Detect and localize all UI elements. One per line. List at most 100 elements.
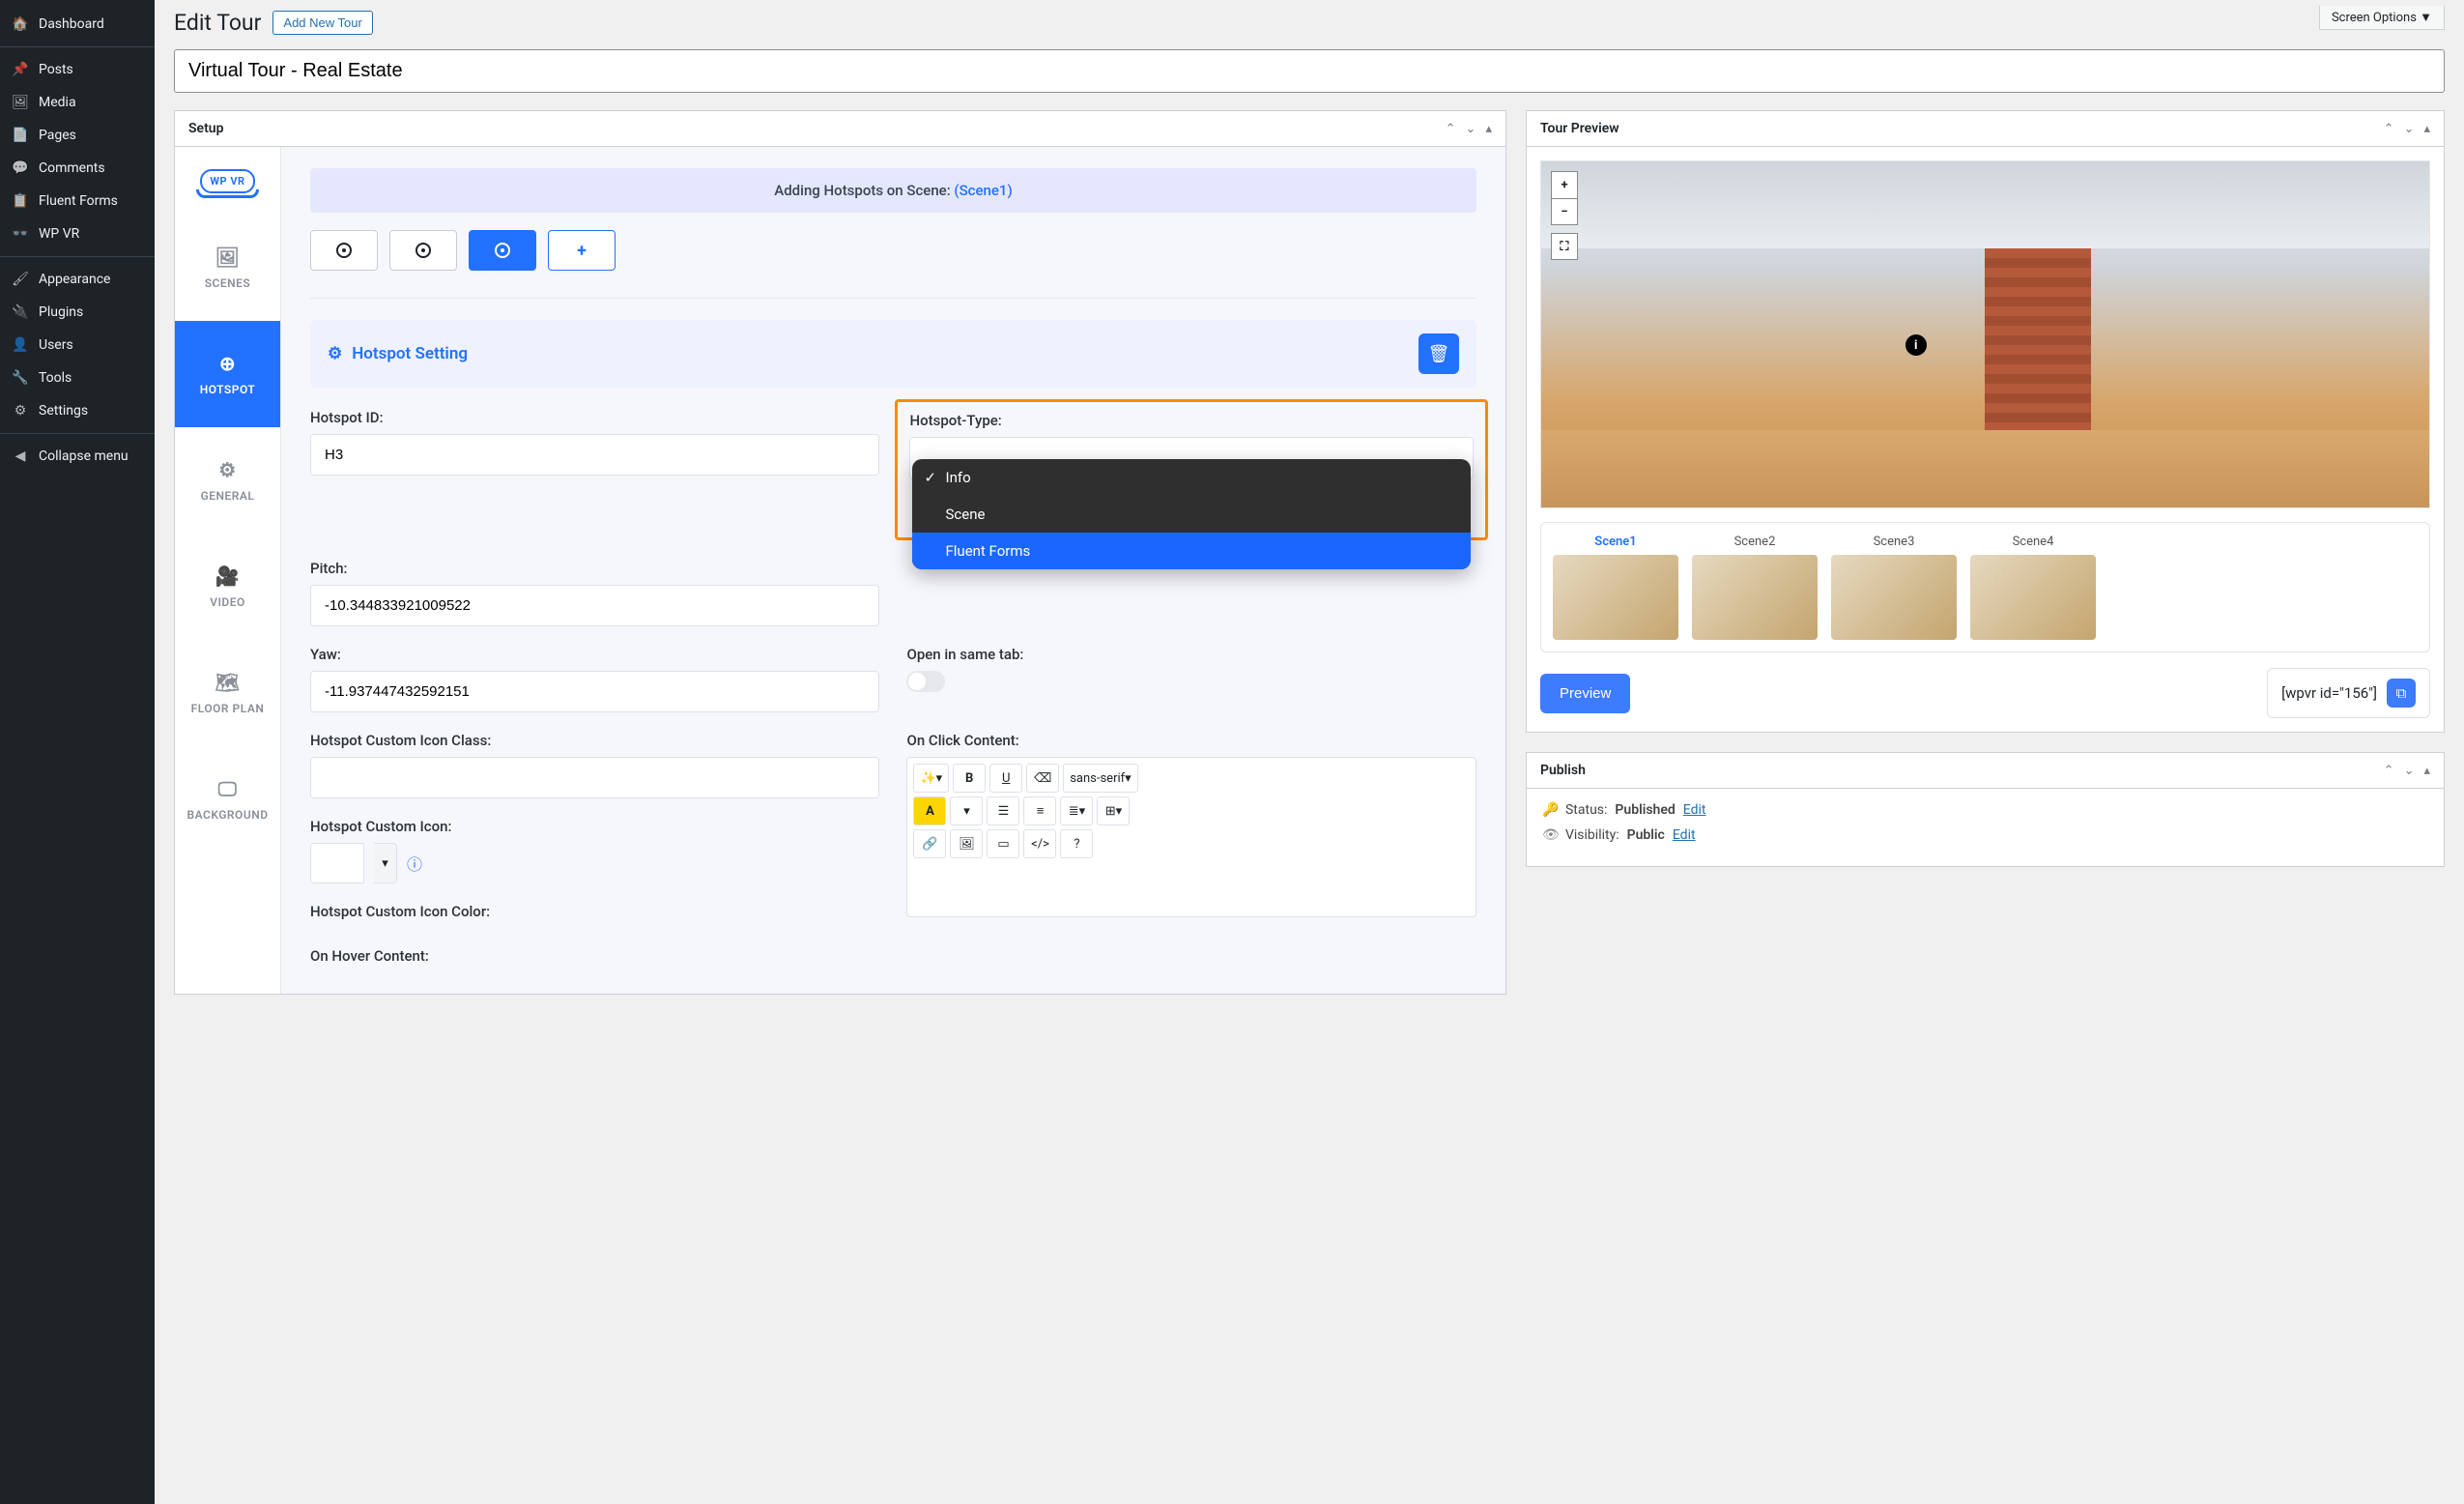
sidebar-item-pages[interactable]: 📄Pages — [0, 119, 155, 152]
sidebar-item-fluent-forms[interactable]: 📋Fluent Forms — [0, 185, 155, 217]
copy-shortcode-button[interactable]: ⧉ — [2387, 679, 2416, 708]
editor-ol-button[interactable]: ≡ — [1023, 796, 1056, 825]
hotspot-select-1[interactable] — [310, 230, 378, 271]
editor-erase-button[interactable]: ⌫ — [1026, 764, 1059, 793]
edit-visibility-link[interactable]: Edit — [1673, 827, 1696, 843]
sidebar-item-plugins[interactable]: 🔌Plugins — [0, 296, 155, 329]
sidebar-item-tools[interactable]: 🔧Tools — [0, 362, 155, 394]
collapse-icon: ◀ — [12, 448, 29, 465]
help-icon[interactable]: ⓘ — [407, 852, 422, 875]
editor-bold-button[interactable]: B — [953, 764, 986, 793]
sidebar-item-settings[interactable]: ⚙Settings — [0, 394, 155, 427]
hotspot-id-label: Hotspot ID: — [310, 409, 879, 426]
editor-magic-button[interactable]: ✨▾ — [913, 764, 949, 793]
status-value: Published — [1615, 802, 1675, 818]
setup-tab-scenes[interactable]: 🖼SCENES — [175, 215, 280, 321]
sidebar-item-media[interactable]: 🖼Media — [0, 86, 155, 119]
scene-thumb-1[interactable]: Scene1 — [1553, 535, 1678, 640]
pitch-label: Pitch: — [310, 560, 879, 577]
setup-tab-video[interactable]: 🎥VIDEO — [175, 534, 280, 640]
editor-video-button[interactable]: ▭ — [987, 829, 1019, 858]
editor-table-button[interactable]: ⊞▾ — [1097, 796, 1130, 825]
editor-help-button[interactable]: ? — [1060, 829, 1093, 858]
editor-color-drop[interactable]: ▾ — [950, 796, 983, 825]
editor-image-button[interactable]: 🖼 — [950, 829, 983, 858]
pitch-input[interactable] — [310, 585, 879, 626]
panel-up-icon[interactable]: ⌃ — [2384, 122, 2394, 136]
dropdown-option-scene[interactable]: Scene — [912, 496, 1471, 533]
sidebar-item-appearance[interactable]: 🖌Appearance — [0, 263, 155, 296]
sidebar-item-comments[interactable]: 💬Comments — [0, 152, 155, 185]
editor-align-button[interactable]: ≣▾ — [1060, 796, 1093, 825]
editor-font-select[interactable]: sans-serif ▾ — [1063, 764, 1137, 793]
setup-tab-general[interactable]: ⚙GENERAL — [175, 427, 280, 534]
tour-title-input[interactable] — [174, 49, 2445, 93]
delete-hotspot-button[interactable]: 🗑 — [1418, 333, 1459, 374]
dropdown-option-info[interactable]: Info — [912, 459, 1471, 496]
panel-up-icon[interactable]: ⌃ — [1446, 122, 1456, 136]
hotspot-select-3[interactable] — [469, 230, 536, 271]
hotspot-type-highlight: Hotspot-Type: Info Scene Fluent Forms — [895, 399, 1488, 540]
panel-down-icon[interactable]: ⌄ — [2404, 122, 2415, 136]
edit-status-link[interactable]: Edit — [1683, 802, 1706, 818]
custom-icon-color-label: Hotspot Custom Icon Color: — [310, 903, 879, 920]
panel-down-icon[interactable]: ⌄ — [1466, 122, 1476, 136]
scene-thumb-4[interactable]: Scene4 — [1970, 535, 2096, 640]
sidebar-item-wp-vr[interactable]: 👓WP VR — [0, 217, 155, 250]
fullscreen-button[interactable]: ⛶ — [1551, 233, 1578, 260]
add-new-tour-button[interactable]: Add New Tour — [272, 11, 372, 35]
editor-link-button[interactable]: 🔗 — [913, 829, 946, 858]
trash-icon: 🗑 — [1428, 344, 1450, 364]
custom-icon-class-input[interactable] — [310, 757, 879, 798]
floorplan-icon: 🗺 — [215, 671, 241, 694]
hotspot-select-2[interactable] — [389, 230, 457, 271]
editor-ul-button[interactable]: ☰ — [987, 796, 1019, 825]
hotspot-marker[interactable]: i — [1905, 334, 1927, 356]
preview-button[interactable]: Preview — [1540, 674, 1630, 713]
video-icon: 🎥 — [215, 564, 240, 588]
editor-code-button[interactable]: </> — [1023, 829, 1056, 858]
setup-tab-floor-plan[interactable]: 🗺FLOOR PLAN — [175, 640, 280, 746]
dropdown-option-fluent-forms[interactable]: Fluent Forms — [912, 533, 1471, 569]
comments-icon: 💬 — [12, 159, 29, 177]
panel-toggle-icon[interactable]: ▴ — [2423, 122, 2430, 136]
panel-up-icon[interactable]: ⌃ — [2384, 764, 2394, 778]
setup-tab-logo[interactable]: WP VR — [175, 147, 280, 215]
banner-scene-link[interactable]: (Scene1) — [954, 182, 1012, 199]
users-icon: 👤 — [12, 336, 29, 354]
hotspot-type-label: Hotspot-Type: — [909, 412, 1474, 429]
hotspot-type-select[interactable]: Info Scene Fluent Forms — [909, 437, 1474, 479]
zoom-out-button[interactable]: − — [1551, 198, 1578, 225]
gear-icon: ⚙ — [218, 458, 236, 481]
hotspot-id-input[interactable] — [310, 434, 879, 476]
scene-thumb-2[interactable]: Scene2 — [1692, 535, 1818, 640]
panel-toggle-icon[interactable]: ▴ — [2423, 764, 2430, 778]
panel-toggle-icon[interactable]: ▴ — [1485, 122, 1492, 136]
target-icon — [495, 243, 510, 258]
preview-panel: Tour Preview ⌃ ⌄ ▴ i — [1526, 110, 2445, 733]
zoom-in-button[interactable]: + — [1551, 171, 1578, 198]
background-icon: 🖵 — [218, 777, 238, 800]
open-tab-toggle[interactable] — [906, 671, 945, 692]
editor-underline-button[interactable]: U — [989, 764, 1022, 793]
screen-options-button[interactable]: Screen Options ▼ — [2319, 6, 2445, 30]
scene-thumbnails: Scene1 Scene2 Scene3 Scene4 — [1540, 522, 2430, 652]
icon-preview — [310, 843, 364, 883]
sidebar-item-dashboard[interactable]: 🏠Dashboard — [0, 8, 155, 41]
panorama-viewer[interactable]: i + − ⛶ — [1540, 160, 2430, 508]
yaw-input[interactable] — [310, 671, 879, 712]
icon-picker-dropdown[interactable]: ▾ — [374, 843, 397, 883]
setup-panel-title: Setup — [188, 121, 223, 136]
setup-tab-background[interactable]: 🖵BACKGROUND — [175, 746, 280, 853]
hotspot-add-button[interactable]: + — [548, 230, 616, 271]
sidebar-item-collapse[interactable]: ◀Collapse menu — [0, 440, 155, 473]
panel-down-icon[interactable]: ⌄ — [2404, 764, 2415, 778]
open-tab-label: Open in same tab: — [906, 646, 1476, 663]
scene-thumb-3[interactable]: Scene3 — [1831, 535, 1957, 640]
sidebar-item-posts[interactable]: 📌Posts — [0, 53, 155, 86]
hotspot-icon: ⊕ — [219, 352, 236, 375]
plus-icon: + — [577, 241, 587, 261]
editor-color-button[interactable]: A — [913, 796, 946, 825]
setup-tab-hotspot[interactable]: ⊕HOTSPOT — [175, 321, 280, 427]
sidebar-item-users[interactable]: 👤Users — [0, 329, 155, 362]
